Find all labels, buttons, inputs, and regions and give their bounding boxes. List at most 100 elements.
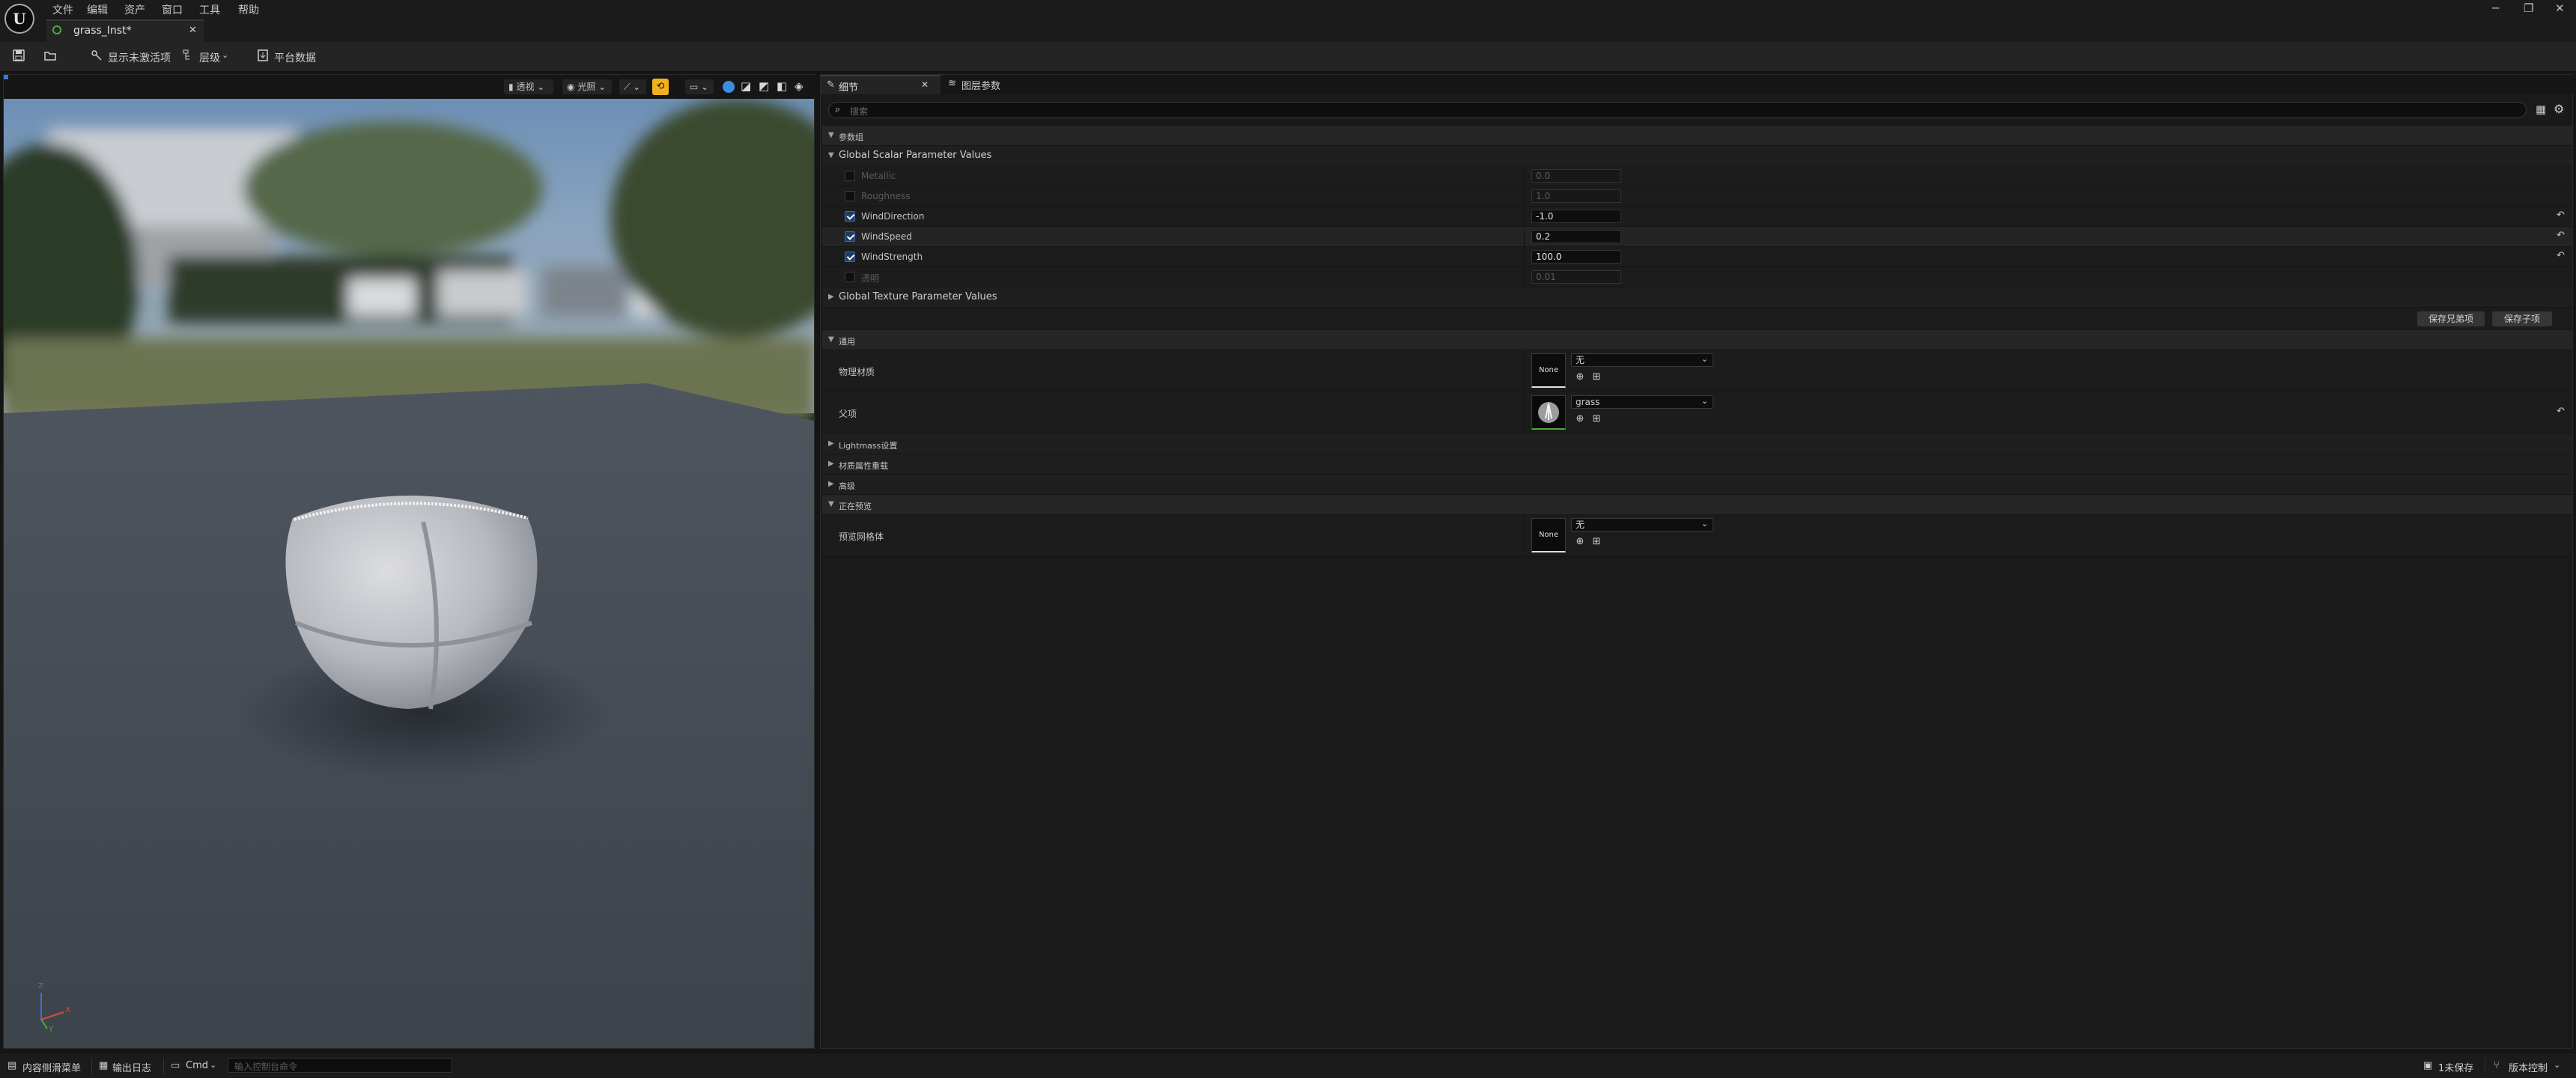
browse-content-icon[interactable] bbox=[43, 49, 57, 63]
reset-arrow-icon[interactable]: ↶ bbox=[2557, 406, 2565, 417]
group-global-scalar[interactable]: ▼ Global Scalar Parameter Values bbox=[822, 146, 2572, 166]
collapse-arrow-icon[interactable]: ▼ bbox=[828, 131, 834, 139]
param-value-field[interactable]: 0.0 bbox=[1531, 169, 1621, 183]
close-window-button[interactable]: ✕ bbox=[2555, 1, 2565, 15]
param-enable-checkbox[interactable] bbox=[845, 191, 855, 201]
group-global-texture[interactable]: ▶ Global Texture Parameter Values bbox=[822, 287, 2572, 308]
reset-arrow-icon[interactable]: ↶ bbox=[2557, 210, 2565, 221]
menu-file[interactable]: 文件 bbox=[52, 2, 73, 17]
lit-mode-button[interactable]: ◉ 光照 ⌄ bbox=[562, 79, 612, 94]
expand-arrow-icon[interactable]: ▶ bbox=[828, 480, 834, 488]
platform-stats-button[interactable]: 平台数据 bbox=[274, 50, 316, 65]
viewport-panel[interactable]: ▮ 透视 ⌄ ◉ 光照 ⌄ ⟋ ⌄ ⟲ ▭ ⌄ ◪ ◩ ◧ ◈ Z X Y bbox=[3, 74, 815, 1049]
browse-folder-icon[interactable]: ⊞ bbox=[1591, 536, 1603, 548]
chevron-down-icon[interactable]: ⌄ bbox=[222, 50, 228, 60]
menu-help[interactable]: 帮助 bbox=[238, 2, 259, 17]
param-value-field[interactable]: 100.0 bbox=[1531, 250, 1621, 264]
save-child-button[interactable]: 保存子项 bbox=[2492, 311, 2552, 326]
column-divider[interactable] bbox=[1524, 247, 1525, 267]
perspective-button[interactable]: ▮ 透视 ⌄ bbox=[504, 79, 553, 94]
console-input[interactable]: 输入控制台命令 bbox=[228, 1058, 452, 1073]
minimize-button[interactable]: ─ bbox=[2492, 1, 2499, 15]
group-advanced[interactable]: ▶ 高级 bbox=[822, 475, 2572, 495]
show-flags-button[interactable]: ⟋ ⌄ bbox=[619, 79, 646, 94]
param-enable-checkbox[interactable] bbox=[845, 171, 855, 181]
close-tab-icon[interactable]: ✕ bbox=[921, 79, 929, 90]
preview-mesh-combo[interactable]: 无 ⌄ bbox=[1571, 518, 1713, 532]
chevron-down-icon[interactable]: ⌄ bbox=[2554, 1060, 2560, 1070]
preview-scene[interactable]: Z X Y bbox=[4, 99, 814, 1048]
column-divider[interactable] bbox=[1524, 267, 1525, 287]
param-enable-checkbox[interactable] bbox=[845, 252, 855, 262]
use-selected-icon[interactable]: ⊕ bbox=[1574, 536, 1586, 548]
browse-folder-icon[interactable]: ⊞ bbox=[1591, 413, 1603, 425]
hierarchy-button[interactable]: 层级 bbox=[199, 50, 220, 65]
gear-icon[interactable]: ⚙ bbox=[2554, 102, 2564, 116]
param-value-field[interactable]: 0.01 bbox=[1531, 270, 1621, 284]
column-divider[interactable] bbox=[1524, 227, 1525, 246]
source-control-button[interactable]: 版本控制 bbox=[2509, 1060, 2548, 1074]
unsaved-button[interactable]: 1未保存 bbox=[2438, 1060, 2473, 1074]
output-log-button[interactable]: 输出日志 bbox=[112, 1060, 151, 1074]
realtime-toggle-icon[interactable]: ⟲ bbox=[652, 79, 669, 95]
column-divider[interactable] bbox=[1524, 392, 1525, 433]
preview-cylinder-icon[interactable]: ◪ bbox=[741, 79, 751, 93]
collapse-arrow-icon[interactable]: ▼ bbox=[828, 335, 834, 344]
expand-arrow-icon[interactable]: ▶ bbox=[828, 293, 834, 301]
collapse-arrow-icon[interactable]: ▼ bbox=[828, 500, 834, 508]
group-lightmass[interactable]: ▶ Lightmass设置 bbox=[822, 434, 2572, 454]
category-previewing[interactable]: ▼ 正在预览 bbox=[822, 495, 2572, 515]
reset-arrow-icon[interactable]: ↶ bbox=[2557, 250, 2565, 261]
column-divider[interactable] bbox=[1524, 350, 1525, 392]
column-divider[interactable] bbox=[1524, 166, 1525, 186]
chevron-down-icon[interactable]: ⌄ bbox=[210, 1060, 216, 1070]
content-drawer-button[interactable]: 内容侧滑菜单 bbox=[22, 1060, 81, 1074]
preview-plane-icon[interactable]: ◩ bbox=[759, 79, 769, 93]
param-value-field[interactable]: 1.0 bbox=[1531, 189, 1621, 203]
preview-mesh-icon[interactable]: ◈ bbox=[795, 79, 804, 93]
param-enable-checkbox[interactable] bbox=[845, 231, 855, 242]
collapse-arrow-icon[interactable]: ▼ bbox=[828, 151, 834, 159]
phys-material-combo[interactable]: 无 ⌄ bbox=[1571, 353, 1713, 367]
use-selected-icon[interactable]: ⊕ bbox=[1574, 413, 1586, 425]
column-divider[interactable] bbox=[1524, 186, 1525, 206]
parent-thumbnail[interactable] bbox=[1531, 395, 1566, 430]
show-inactive-button[interactable]: 显示未激活项 bbox=[108, 50, 171, 65]
phys-material-thumbnail[interactable]: None bbox=[1531, 353, 1566, 388]
document-tab[interactable]: grass_Inst* ✕ bbox=[46, 19, 204, 42]
menu-asset[interactable]: 资产 bbox=[124, 2, 145, 17]
preview-cube-icon[interactable]: ◧ bbox=[777, 79, 787, 93]
group-material-override[interactable]: ▶ 材质属性重载 bbox=[822, 454, 2572, 475]
preview-mesh-thumbnail[interactable]: None bbox=[1531, 518, 1566, 552]
menu-window[interactable]: 窗口 bbox=[162, 2, 183, 17]
column-divider[interactable] bbox=[1524, 207, 1525, 226]
category-general[interactable]: ▼ 通用 bbox=[822, 330, 2572, 350]
column-divider[interactable] bbox=[1524, 515, 1525, 556]
search-input[interactable]: ⌕ 搜索 bbox=[828, 102, 2527, 118]
param-value-field[interactable]: 0.2 bbox=[1531, 230, 1621, 243]
close-tab-icon[interactable]: ✕ bbox=[189, 25, 197, 36]
param-enable-checkbox[interactable] bbox=[845, 211, 855, 222]
preview-sphere-icon[interactable] bbox=[723, 81, 735, 93]
category-parameter-groups[interactable]: ▼ 参数组 bbox=[822, 126, 2572, 146]
expand-arrow-icon[interactable]: ▶ bbox=[828, 439, 834, 448]
cmd-button[interactable]: Cmd bbox=[186, 1060, 208, 1071]
tab-details[interactable]: ✎ 细节 ✕ bbox=[821, 75, 941, 94]
reset-arrow-icon[interactable]: ↶ bbox=[2557, 230, 2565, 241]
viewport-options-button[interactable]: ▭ ⌄ bbox=[685, 79, 714, 94]
browse-folder-icon[interactable]: ⊞ bbox=[1591, 371, 1603, 383]
param-value-field[interactable]: -1.0 bbox=[1531, 210, 1621, 223]
param-enable-checkbox[interactable] bbox=[845, 272, 855, 282]
use-selected-icon[interactable]: ⊕ bbox=[1574, 371, 1586, 383]
tab-layer-parameters[interactable]: ≋ 图层参数 bbox=[941, 75, 1060, 94]
category-label: 参数组 bbox=[839, 133, 863, 142]
menu-edit[interactable]: 编辑 bbox=[87, 2, 108, 17]
restore-button[interactable]: ❐ bbox=[2524, 1, 2533, 15]
expand-arrow-icon[interactable]: ▶ bbox=[828, 460, 834, 468]
save-sibling-button[interactable]: 保存兄弟项 bbox=[2417, 311, 2485, 326]
table-view-icon[interactable]: ▦ bbox=[2536, 103, 2546, 116]
unreal-logo-icon[interactable]: U bbox=[4, 4, 34, 34]
parent-combo[interactable]: grass ⌄ bbox=[1571, 395, 1713, 409]
save-icon[interactable] bbox=[12, 49, 25, 63]
menu-tools[interactable]: 工具 bbox=[199, 2, 220, 17]
